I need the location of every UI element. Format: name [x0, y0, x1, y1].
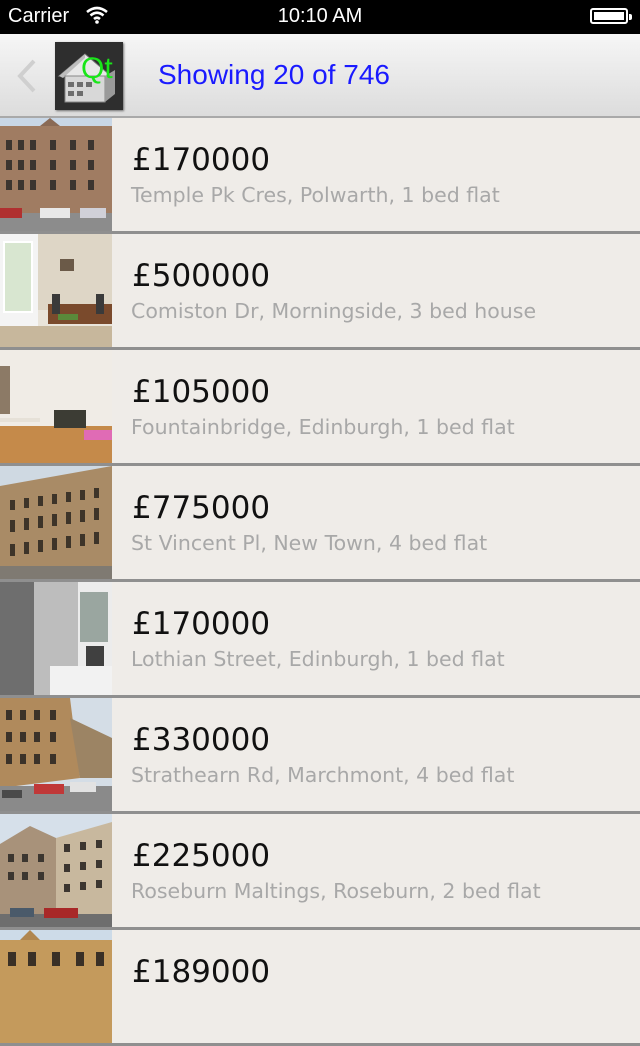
listing-list[interactable]: £170000 Temple Pk Cres, Polwarth, 1 bed …: [0, 118, 640, 1046]
property-thumbnail: [0, 118, 112, 231]
property-thumbnail: [0, 350, 112, 463]
listing-description: Strathearn Rd, Marchmont, 4 bed flat: [131, 763, 515, 787]
list-item[interactable]: £189000: [0, 930, 640, 1046]
listing-price: £170000: [132, 606, 271, 642]
list-item[interactable]: £170000 Lothian Street, Edinburgh, 1 bed…: [0, 582, 640, 698]
property-thumbnail: [0, 466, 112, 579]
listing-price: £189000: [132, 954, 271, 990]
svg-text:Qt: Qt: [81, 52, 113, 85]
list-item[interactable]: £170000 Temple Pk Cres, Polwarth, 1 bed …: [0, 118, 640, 234]
property-thumbnail: [0, 698, 112, 811]
list-item[interactable]: £105000 Fountainbridge, Edinburgh, 1 bed…: [0, 350, 640, 466]
listing-description: Lothian Street, Edinburgh, 1 bed flat: [131, 647, 505, 671]
listing-description: Roseburn Maltings, Roseburn, 2 bed flat: [131, 879, 541, 903]
navigation-bar: Qt Showing 20 of 746: [0, 34, 640, 118]
status-bar: Carrier 10:10 AM: [0, 0, 640, 34]
listing-price: £170000: [132, 142, 271, 178]
chevron-left-icon[interactable]: [14, 58, 38, 94]
list-item[interactable]: £330000 Strathearn Rd, Marchmont, 4 bed …: [0, 698, 640, 814]
app-logo: Qt: [55, 42, 123, 110]
listing-price: £225000: [132, 838, 271, 874]
listing-price: £775000: [132, 490, 271, 526]
listing-price: £330000: [132, 722, 271, 758]
listing-description: Comiston Dr, Morningside, 3 bed house: [131, 299, 537, 323]
results-count-title: Showing 20 of 746: [158, 59, 390, 90]
clock: 10:10 AM: [277, 5, 363, 27]
battery-icon: [590, 8, 632, 24]
list-item[interactable]: £500000 Comiston Dr, Morningside, 3 bed …: [0, 234, 640, 350]
listing-description: Temple Pk Cres, Polwarth, 1 bed flat: [131, 183, 500, 207]
listing-price: £105000: [132, 374, 271, 410]
listing-description: St Vincent Pl, New Town, 4 bed flat: [131, 531, 488, 555]
house-icon: Qt: [57, 52, 115, 103]
property-thumbnail: [0, 930, 112, 1043]
list-item[interactable]: £775000 St Vincent Pl, New Town, 4 bed f…: [0, 466, 640, 582]
listing-description: Fountainbridge, Edinburgh, 1 bed flat: [131, 415, 515, 439]
listing-price: £500000: [132, 258, 271, 294]
property-thumbnail: [0, 582, 112, 695]
property-thumbnail: [0, 814, 112, 927]
list-item[interactable]: £225000 Roseburn Maltings, Roseburn, 2 b…: [0, 814, 640, 930]
property-thumbnail: [0, 234, 112, 347]
